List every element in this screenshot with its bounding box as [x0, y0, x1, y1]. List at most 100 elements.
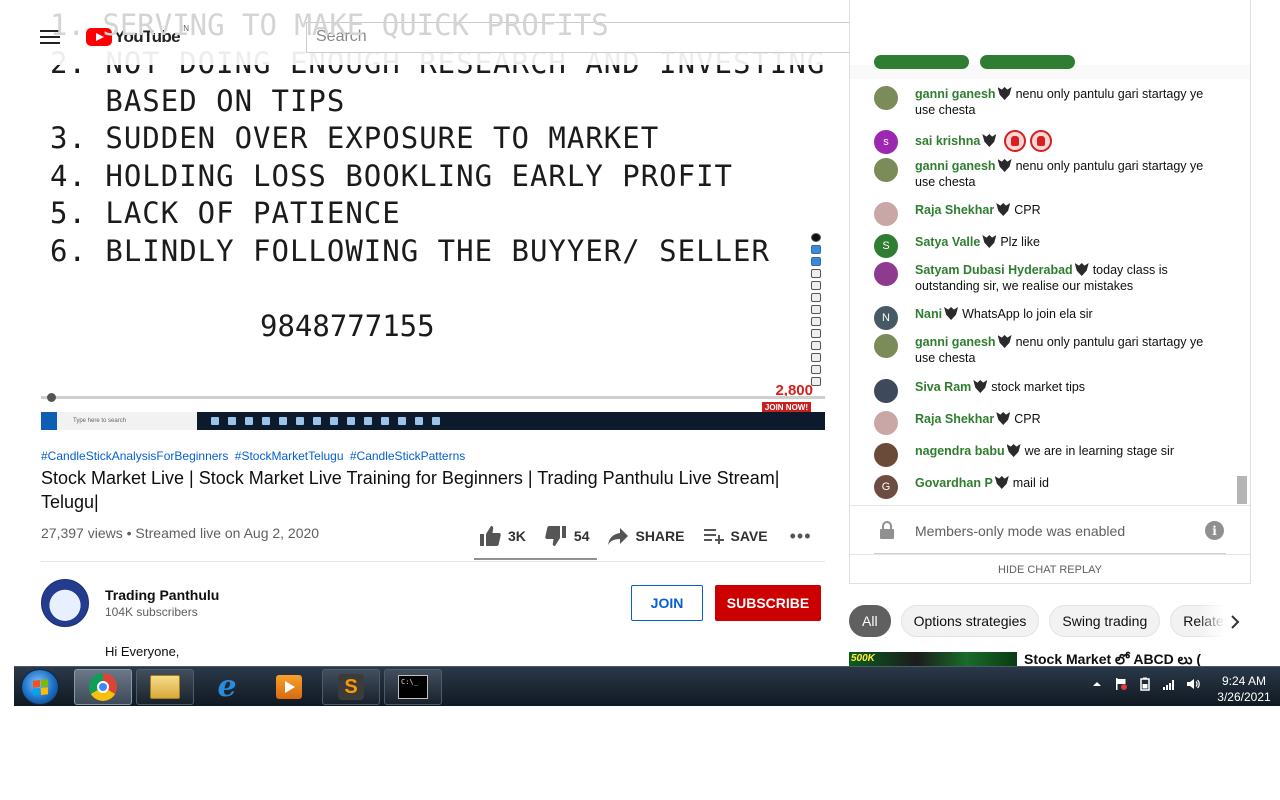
- chat-author-name[interactable]: Raja Shekhar: [915, 203, 994, 217]
- inner-taskbar-search: Type here to search: [57, 412, 197, 430]
- chat-author-avatar[interactable]: N: [874, 306, 898, 330]
- start-button[interactable]: [21, 669, 59, 705]
- member-badge-icon: [997, 159, 1012, 172]
- member-badge-icon: [997, 335, 1012, 348]
- channel-name[interactable]: Trading Panthulu: [105, 587, 219, 603]
- save-button[interactable]: SAVE: [703, 527, 768, 545]
- more-actions-button[interactable]: •••: [790, 526, 812, 547]
- taskbar-sublime-text[interactable]: S: [322, 669, 380, 705]
- chat-filter-pill[interactable]: [874, 55, 969, 69]
- chat-author-avatar[interactable]: [874, 334, 898, 358]
- taskbar-chrome[interactable]: [74, 669, 132, 705]
- chat-scrollbar[interactable]: [1237, 476, 1247, 504]
- info-icon[interactable]: i: [1205, 521, 1224, 540]
- chat-author-avatar[interactable]: [874, 262, 898, 286]
- member-badge-icon: [996, 412, 1011, 425]
- slide-line: 3. SUDDEN OVER EXPOSURE TO MARKET: [50, 121, 660, 155]
- chat-author-avatar[interactable]: S: [874, 234, 898, 258]
- slide-faded-line: 1. SERVING TO MAKE QUICK PROFITS: [50, 8, 609, 42]
- chat-author-name[interactable]: Satya Valle: [915, 235, 980, 249]
- live-chat-panel: ganni ganesh nenu only pantulu gari start…: [849, 0, 1251, 584]
- volume-icon[interactable]: [1186, 677, 1200, 691]
- chat-author-name[interactable]: ganni ganesh: [915, 335, 996, 349]
- slide-line: BASED ON TIPS: [50, 84, 346, 118]
- members-only-label: Members-only mode was enabled: [915, 523, 1126, 539]
- network-signal-icon[interactable]: [1162, 677, 1176, 691]
- chat-message: Raja Shekhar CPR: [850, 202, 1238, 226]
- chat-author-avatar[interactable]: [874, 86, 898, 110]
- chat-author-name[interactable]: Nani: [915, 307, 942, 321]
- like-button[interactable]: 3K: [478, 525, 526, 547]
- taskbar-internet-explorer[interactable]: e: [198, 669, 256, 705]
- chip-swing-trading[interactable]: Swing trading: [1049, 605, 1161, 637]
- chat-author-name[interactable]: Govardhan P: [915, 476, 993, 490]
- chat-author-name[interactable]: ganni ganesh: [915, 87, 996, 101]
- hashtags: #CandleStickAnalysisForBeginners #StockM…: [41, 449, 468, 463]
- chat-message-text: stock market tips: [991, 380, 1086, 394]
- taskbar-command-prompt[interactable]: C:\_: [384, 669, 442, 705]
- chip-options-strategies[interactable]: Options strategies: [900, 605, 1040, 637]
- video-progress-bar[interactable]: [41, 393, 825, 402]
- member-badge-icon: [944, 307, 959, 320]
- chat-message: G Govardhan P mail id: [850, 475, 1238, 499]
- chat-message: Satyam Dubasi Hyderabad today class is ou…: [850, 262, 1238, 294]
- share-button[interactable]: SHARE: [607, 526, 685, 546]
- hashtag-link[interactable]: #CandleStickPatterns: [350, 449, 465, 463]
- media-player-icon: [276, 675, 302, 699]
- chat-author-avatar[interactable]: [874, 443, 898, 467]
- chat-author-name[interactable]: Siva Ram: [915, 380, 971, 394]
- battery-power-icon[interactable]: [1138, 677, 1152, 691]
- chat-message: nagendra babu we are in learning stage si…: [850, 443, 1238, 467]
- raised-hand-emoji-icon: [1004, 130, 1027, 152]
- inner-taskbar: Type here to search: [41, 412, 825, 430]
- slide-phone-number: 9848777155: [260, 309, 435, 343]
- slide-line: 6. BLINDLY FOLLOWING THE BUYYER/ SELLER: [50, 234, 770, 268]
- chat-author-name[interactable]: sai krishna: [915, 134, 980, 148]
- taskbar-file-explorer[interactable]: [136, 669, 194, 705]
- share-label: SHARE: [635, 528, 685, 544]
- chat-author-name[interactable]: Satyam Dubasi Hyderabad: [915, 263, 1073, 277]
- chrome-icon: [89, 673, 117, 701]
- chat-message-text: we are in learning stage sir: [1024, 444, 1174, 458]
- chat-author-name[interactable]: Raja Shekhar: [915, 412, 994, 426]
- hashtag-link[interactable]: #StockMarketTelugu: [235, 449, 344, 463]
- chat-message: ganni ganesh nenu only pantulu gari start…: [850, 334, 1238, 366]
- chat-author-avatar[interactable]: [874, 379, 898, 403]
- chevron-right-icon[interactable]: [1226, 612, 1244, 632]
- member-badge-icon: [997, 87, 1012, 100]
- subscribe-button[interactable]: SUBSCRIBE: [715, 585, 821, 621]
- chat-author-avatar[interactable]: [874, 411, 898, 435]
- chat-author-name[interactable]: nagendra babu: [915, 444, 1005, 458]
- hashtag-link[interactable]: #CandleStickAnalysisForBeginners: [41, 449, 228, 463]
- channel-avatar[interactable]: [41, 579, 89, 627]
- chat-message: s sai krishna: [850, 130, 1238, 154]
- view-count: 27,397 views • Streamed live on Aug 2, 2…: [41, 525, 320, 541]
- taskbar-clock[interactable]: 9:24 AM 3/26/2021: [1214, 673, 1274, 705]
- hide-chat-replay-button[interactable]: HIDE CHAT REPLAY: [850, 554, 1250, 583]
- chat-author-avatar[interactable]: [874, 158, 898, 182]
- chat-author-avatar[interactable]: G: [874, 475, 898, 499]
- taskbar-media-player[interactable]: [260, 669, 318, 705]
- thumbs-down-icon: [545, 526, 566, 546]
- like-count: 3K: [508, 528, 526, 544]
- progress-scrubber[interactable]: [47, 393, 56, 402]
- chat-author-avatar[interactable]: s: [874, 130, 898, 154]
- action-center-flag-icon[interactable]: [1114, 677, 1128, 691]
- related-video-thumbnail[interactable]: 500K: [849, 652, 1017, 666]
- share-icon: [608, 528, 629, 545]
- divider: [41, 561, 825, 562]
- chip-all[interactable]: All: [849, 605, 891, 637]
- join-button[interactable]: JOIN: [631, 585, 703, 621]
- chat-filter-pill[interactable]: [980, 55, 1075, 69]
- lock-icon: [880, 521, 894, 539]
- chat-author-name[interactable]: ganni ganesh: [915, 159, 996, 173]
- chat-message: Raja Shekhar CPR: [850, 411, 1238, 435]
- show-hidden-icons-icon[interactable]: [1090, 677, 1104, 691]
- chat-author-avatar[interactable]: [874, 202, 898, 226]
- chat-message-text: CPR: [1014, 203, 1041, 217]
- chat-message-text: mail id: [1012, 476, 1049, 490]
- command-prompt-icon: C:\_: [398, 675, 428, 699]
- description-text: Hi Everyone,: [105, 644, 180, 659]
- dislike-button[interactable]: 54: [544, 525, 590, 547]
- dislike-count: 54: [573, 528, 590, 544]
